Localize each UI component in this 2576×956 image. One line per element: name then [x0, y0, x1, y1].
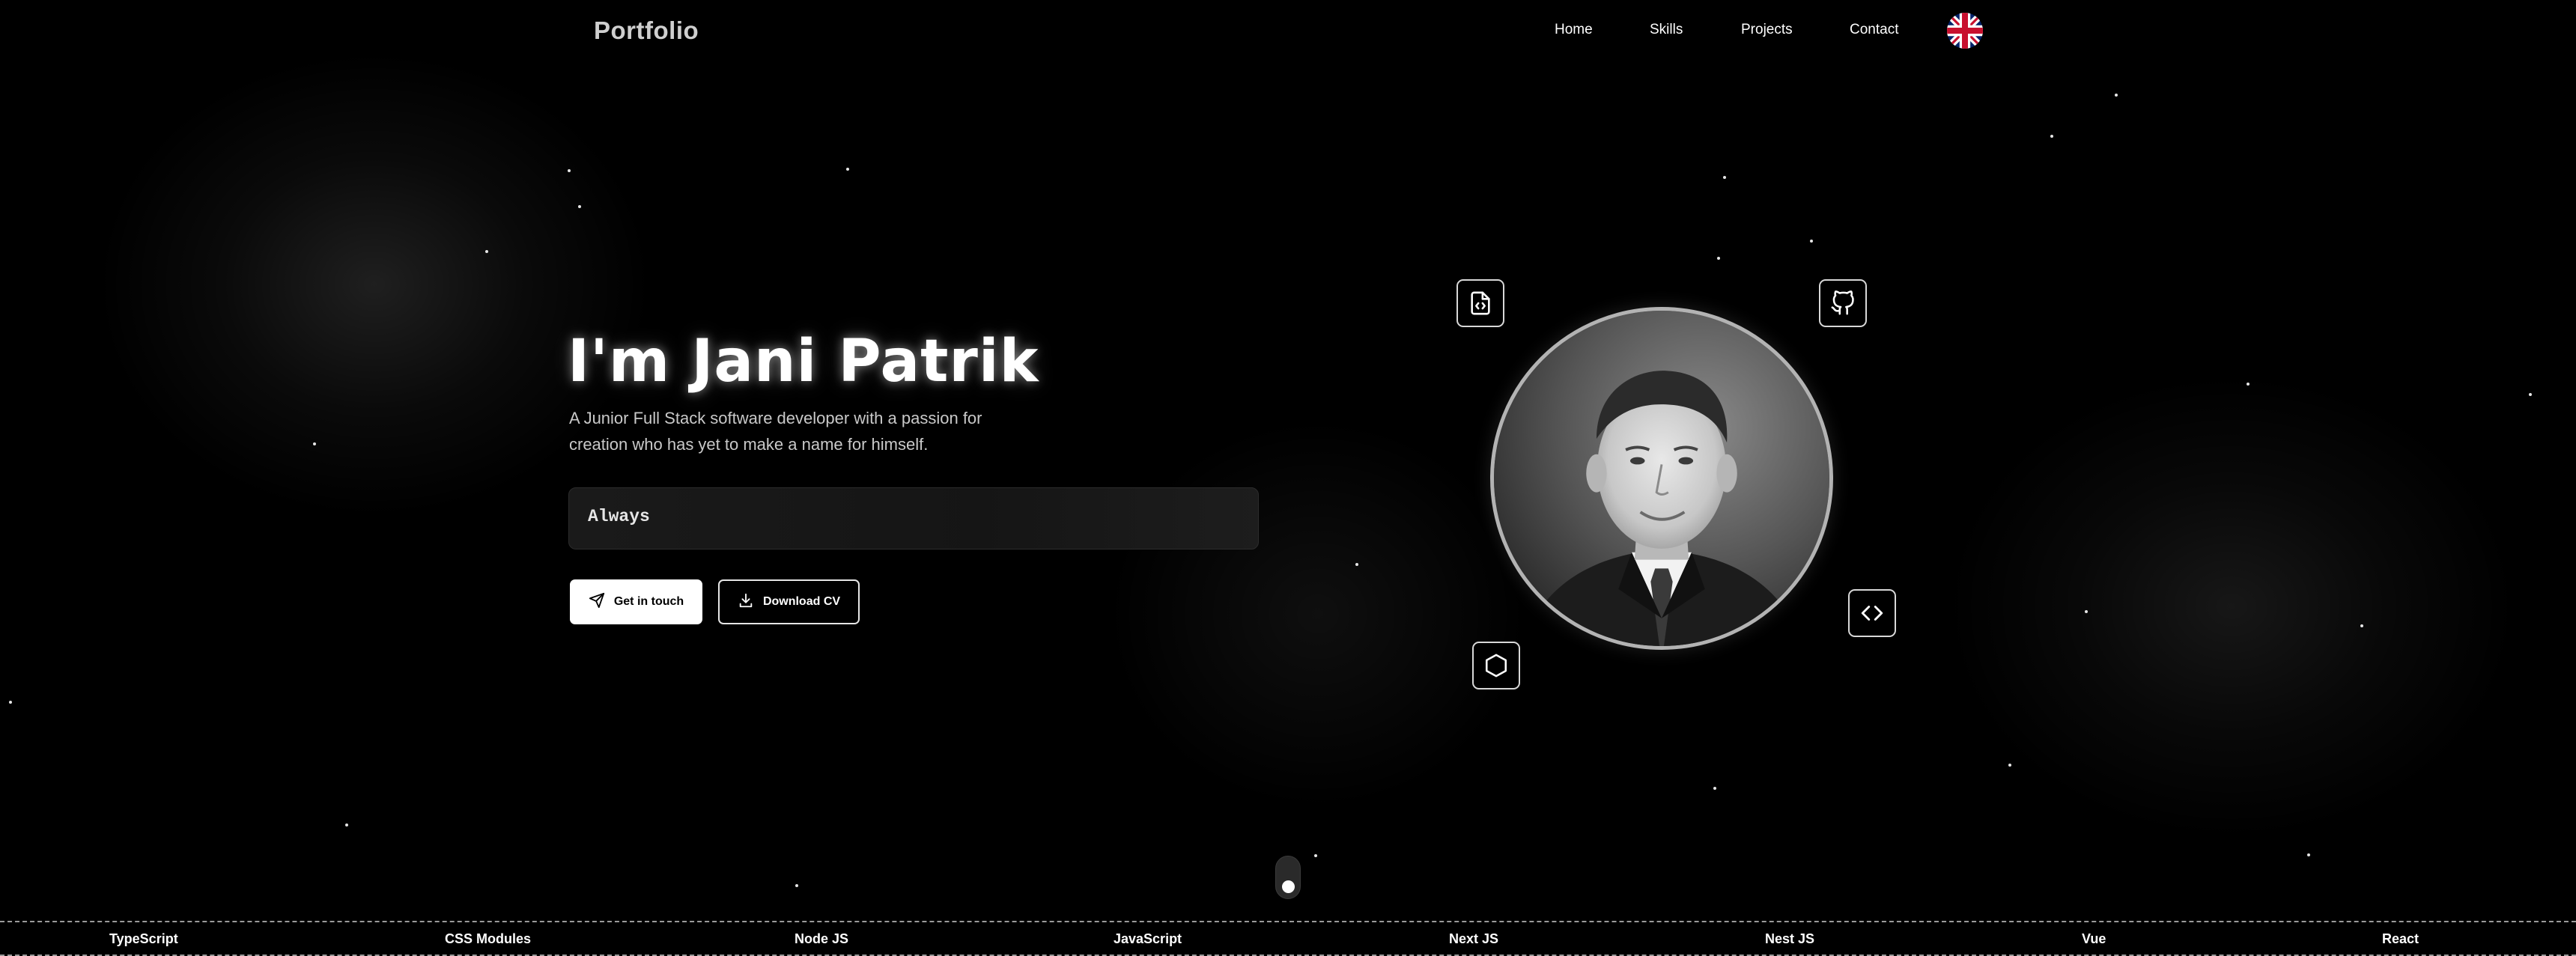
star-dot — [2529, 393, 2532, 396]
uk-flag-icon[interactable] — [1947, 13, 1983, 49]
github-icon — [1819, 279, 1867, 327]
star-dot — [2008, 764, 2011, 767]
background-glow — [1108, 419, 1528, 809]
star-dot — [2085, 610, 2088, 613]
star-dot — [846, 168, 849, 171]
scroll-dot — [1282, 880, 1295, 893]
hexagon-icon — [1472, 642, 1520, 689]
skill-react: React — [2382, 931, 2419, 946]
profile-portrait — [1490, 307, 1833, 650]
code-brackets-icon — [1848, 589, 1896, 637]
nav-link-home[interactable]: Home — [1555, 22, 1593, 38]
nav-link-skills[interactable]: Skills — [1650, 22, 1683, 38]
skill-node-js: Node JS — [795, 931, 849, 946]
star-dot — [2115, 94, 2118, 97]
star-dot — [313, 442, 316, 445]
star-dot — [1810, 240, 1813, 243]
send-icon — [589, 592, 605, 612]
brand-logo[interactable]: Portfolio — [594, 16, 699, 45]
star-dot — [2050, 135, 2053, 138]
star-dot — [2307, 853, 2310, 856]
star-dot — [1314, 854, 1317, 857]
get-in-touch-label: Get in touch — [613, 595, 684, 608]
star-dot — [578, 205, 581, 208]
skill-next-js: Next JS — [1449, 931, 1499, 946]
nav-link-contact[interactable]: Contact — [1850, 22, 1898, 38]
hero-title: I'm Jani Patrik — [568, 328, 1039, 395]
star-dot — [1713, 787, 1716, 790]
star-dot — [2247, 383, 2250, 386]
nav-link-projects[interactable]: Projects — [1741, 22, 1793, 38]
get-in-touch-button[interactable]: Get in touch — [570, 579, 702, 624]
background-glow — [1947, 374, 2516, 838]
star-dot — [1717, 257, 1720, 260]
skill-vue: Vue — [2082, 931, 2106, 946]
skill-javascript: JavaScript — [1114, 931, 1182, 946]
star-dot — [2360, 624, 2363, 627]
file-code-icon — [1456, 279, 1504, 327]
star-dot — [1723, 176, 1726, 179]
star-dot — [9, 701, 12, 704]
top-nav: Portfolio Home Skills Projects Contact — [0, 0, 2576, 61]
skill-typescript: TypeScript — [109, 931, 178, 946]
download-icon — [738, 592, 754, 612]
skill-css-modules: CSS Modules — [445, 931, 532, 946]
download-cv-button[interactable]: Download CV — [718, 579, 860, 624]
typewriter-text: Always — [588, 507, 650, 526]
background-glow — [97, 52, 651, 517]
star-dot — [485, 250, 488, 253]
typewriter-box: Always — [568, 487, 1259, 549]
star-dot — [568, 169, 571, 172]
portfolio-page: Portfolio Home Skills Projects Contact I… — [0, 0, 2576, 956]
scroll-mouse-icon[interactable] — [1275, 856, 1301, 899]
skills-ticker: TypeScript CSS Modules Node JS JavaScrip… — [0, 921, 2576, 956]
download-cv-label: Download CV — [762, 595, 841, 608]
star-dot — [795, 884, 798, 887]
hero-subtitle: A Junior Full Stack software developer w… — [569, 409, 982, 454]
star-dot — [1355, 563, 1358, 566]
star-dot — [345, 823, 348, 826]
skill-nest-js: Nest JS — [1765, 931, 1815, 946]
